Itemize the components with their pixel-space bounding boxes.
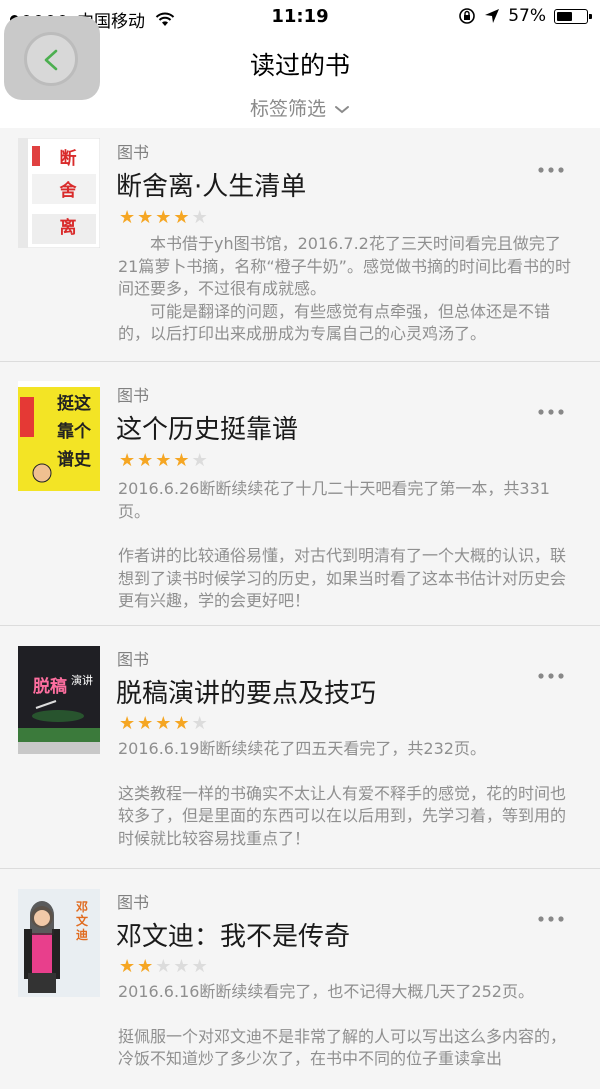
- star-empty-icon: ★: [191, 450, 208, 471]
- book-cover: 断 舍 离: [18, 138, 100, 248]
- book-title: 邓文迪：我不是传奇: [116, 922, 351, 952]
- book-type: 图书: [117, 650, 150, 669]
- star-empty-icon: ★: [155, 956, 172, 977]
- book-type: 图书: [117, 386, 150, 405]
- star-rating: ★ ★ ★ ★ ★: [119, 208, 208, 228]
- review-paragraph: [118, 1004, 580, 1026]
- status-right: 57%: [458, 6, 592, 26]
- battery-percent: 57%: [508, 6, 546, 26]
- star-filled-icon: ★: [155, 713, 172, 734]
- star-filled-icon: ★: [173, 713, 190, 734]
- review-paragraph: 2016.6.16断断续续看完了，也不记得大概几天了252页。: [118, 982, 534, 1001]
- book-item[interactable]: 脱稿 演讲 图书 脱稿演讲的要点及技巧 ★ ★ ★ ★ ★ 2016.6.19断断续续花…: [0, 626, 600, 869]
- svg-text:断: 断: [60, 148, 77, 169]
- review-text: 2016.6.19断断续续花了四五天看完了，共232页。 这类教程一样的书确实不…: [118, 738, 580, 850]
- star-filled-icon: ★: [173, 207, 190, 228]
- location-icon: [485, 9, 500, 23]
- star-filled-icon: ★: [119, 207, 136, 228]
- book-item[interactable]: 邓 文 迪 图书 邓文迪：我不是传奇 ★ ★ ★ ★ ★ 2016.6.16断断续续看完…: [0, 869, 600, 1089]
- star-filled-icon: ★: [137, 450, 154, 471]
- book-title: 这个历史挺靠谱: [116, 415, 299, 445]
- review-paragraph: 挺佩服一个对邓文迪不是非常了解的人可以写出这么多内容的，冷饭不知道炒了多少次了，…: [118, 1026, 567, 1069]
- star-filled-icon: ★: [119, 450, 136, 471]
- review-paragraph: 这类教程一样的书确实不太让人有爱不释手的感觉，花的时间也较多了，但是里面的东西可…: [118, 783, 567, 848]
- chevron-down-icon: [335, 105, 350, 113]
- book-title: 脱稿演讲的要点及技巧: [116, 679, 377, 709]
- star-rating: ★ ★ ★ ★ ★: [119, 957, 208, 977]
- review-paragraph: 2016.6.19断断续续花了四五天看完了，共232页。: [118, 739, 486, 758]
- rotation-lock-icon: [459, 8, 476, 24]
- review-paragraph: [118, 523, 580, 545]
- review-paragraph: [118, 761, 580, 783]
- star-rating: ★ ★ ★ ★ ★: [119, 451, 208, 471]
- svg-text:谱史: 谱史: [57, 449, 92, 470]
- star-empty-icon: ★: [191, 713, 208, 734]
- more-icon[interactable]: [538, 673, 564, 679]
- star-filled-icon: ★: [137, 956, 154, 977]
- star-filled-icon: ★: [137, 713, 154, 734]
- review-paragraph: 2016.6.26断断续续花了十几二十天吧看完了第一本，共331页。: [118, 479, 550, 521]
- svg-text:演讲: 演讲: [71, 673, 93, 687]
- book-type: 图书: [117, 893, 150, 912]
- star-empty-icon: ★: [191, 956, 208, 977]
- star-filled-icon: ★: [173, 450, 190, 471]
- star-filled-icon: ★: [155, 450, 172, 471]
- book-type: 图书: [117, 143, 150, 162]
- star-empty-icon: ★: [173, 956, 190, 977]
- star-filled-icon: ★: [119, 713, 136, 734]
- star-filled-icon: ★: [119, 956, 136, 977]
- svg-text:离: 离: [60, 217, 77, 238]
- more-icon[interactable]: [538, 409, 564, 415]
- page-title: 读过的书: [249, 51, 350, 80]
- review-paragraph: 作者讲的比较通俗易懂，对古代到明清有了一个大概的认识，联想到了读书时候学习的历史…: [118, 546, 567, 610]
- star-rating: ★ ★ ★ ★ ★: [119, 714, 208, 734]
- star-filled-icon: ★: [137, 207, 154, 228]
- book-item[interactable]: 挺这 靠个 谱史 图书 这个历史挺靠谱 ★ ★ ★ ★ ★ 2016.6.26断断续续花…: [0, 362, 600, 626]
- review-paragraph: 本书借于yh图书馆，2016.7.2花了三天时间看完且做完了21篇萝卜书摘，名称…: [118, 234, 571, 298]
- tag-filter-button[interactable]: 标签筛选: [0, 94, 600, 121]
- book-title: 断舍离·人生清单: [116, 172, 307, 202]
- book-cover: 脱稿 演讲: [18, 646, 100, 754]
- svg-text:文: 文: [76, 913, 89, 928]
- header: 读过的书 标签筛选: [0, 16, 600, 128]
- review-text: 2016.6.16断断续续看完了，也不记得大概几天了252页。 挺佩服一个对邓文…: [118, 981, 580, 1071]
- svg-text:邓: 邓: [76, 900, 88, 914]
- svg-text:挺这: 挺这: [57, 393, 91, 414]
- svg-text:脱稿: 脱稿: [33, 676, 67, 697]
- review-text: 本书借于yh图书馆，2016.7.2花了三天时间看完且做完了21篇萝卜书摘，名称…: [118, 233, 580, 346]
- tag-filter-label: 标签筛选: [249, 98, 326, 120]
- book-item[interactable]: 断 舍 离 图书 断舍离·人生清单 ★ ★ ★ ★ ★ 本书借于yh图书馆，2016.7…: [0, 128, 600, 362]
- star-filled-icon: ★: [155, 207, 172, 228]
- battery-icon: [554, 8, 592, 24]
- more-icon[interactable]: [538, 167, 564, 173]
- review-paragraph: 可能是翻译的问题，有些感觉有点牵强，但总体还是不错的，以后打印出来成册成为专属自…: [118, 301, 551, 344]
- book-cover: 邓 文 迪: [18, 889, 100, 997]
- svg-text:迪: 迪: [76, 927, 88, 942]
- svg-text:靠个: 靠个: [57, 421, 92, 442]
- star-empty-icon: ★: [191, 207, 208, 228]
- review-text: 2016.6.26断断续续花了十几二十天吧看完了第一本，共331页。 作者讲的比…: [118, 478, 580, 613]
- svg-text:舍: 舍: [60, 180, 77, 201]
- book-cover: 挺这 靠个 谱史: [18, 381, 100, 491]
- more-icon[interactable]: [538, 916, 564, 922]
- book-list: 断 舍 离 图书 断舍离·人生清单 ★ ★ ★ ★ ★ 本书借于yh图书馆，2016.7…: [0, 128, 600, 1089]
